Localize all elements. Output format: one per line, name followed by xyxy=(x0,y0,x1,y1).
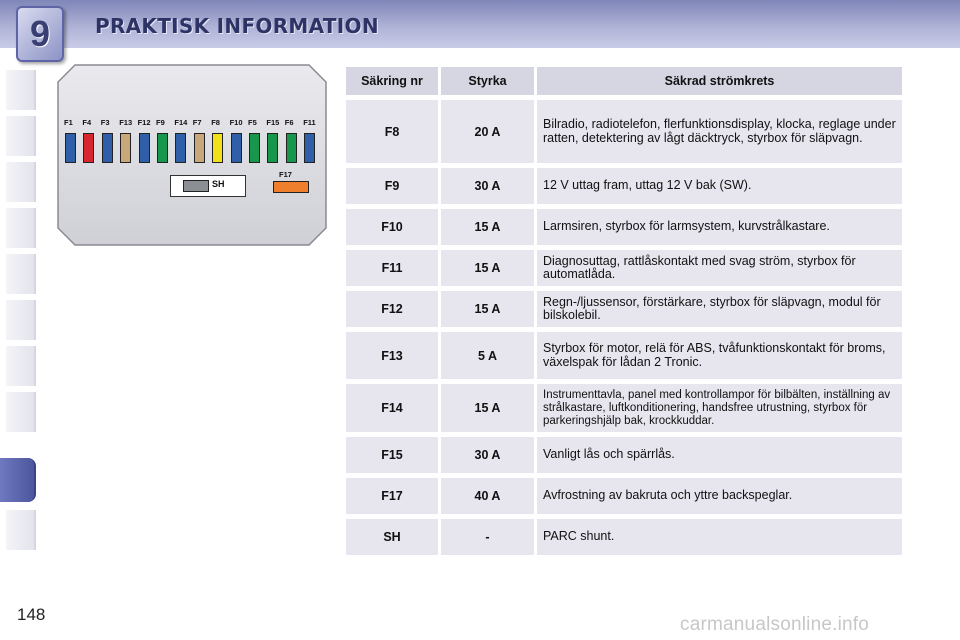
fuse-number: SH xyxy=(346,519,438,555)
watermark: carmanualsonline.info xyxy=(680,614,870,635)
table-row: F15 30 A Vanligt lås och spärrlås. xyxy=(346,437,902,473)
fuse-rating: 40 A xyxy=(441,478,534,514)
fuse-rating: 15 A xyxy=(441,209,534,245)
fuse-label-f10: F10 xyxy=(229,118,243,127)
fuse-number: F10 xyxy=(346,209,438,245)
fuse-number: F14 xyxy=(346,384,438,432)
fuse-number: F15 xyxy=(346,437,438,473)
fuse-rating: 15 A xyxy=(441,384,534,432)
fuse-circuit: Instrumenttavla, panel med kontrollampor… xyxy=(537,384,902,432)
f17-fuse xyxy=(273,181,309,193)
column-header-rating: Styrka xyxy=(441,67,534,95)
table-row: F11 15 A Diagnosuttag, rattlåskontakt me… xyxy=(346,250,902,286)
fuse-f9 xyxy=(157,133,168,163)
fuse-circuit: Vanligt lås och spärrlås. xyxy=(537,437,902,473)
fuse-label-f9: F9 xyxy=(156,118,165,127)
fuse-f5 xyxy=(249,133,260,163)
f17-label: F17 xyxy=(279,170,292,179)
fuse-label-f15: F15 xyxy=(266,118,280,127)
chapter-badge: 9 xyxy=(16,6,64,62)
fuse-label-f12: F12 xyxy=(137,118,151,127)
table-row: F12 15 A Regn-/ljussensor, förstärkare, … xyxy=(346,291,902,327)
page-number: 148 xyxy=(17,605,46,624)
fuse-number: F11 xyxy=(346,250,438,286)
fuse-number: F13 xyxy=(346,332,438,379)
chapter-tab xyxy=(6,254,36,294)
fuse-rating: 15 A xyxy=(441,291,534,327)
fuse-circuit: Styrbox för motor, relä för ABS, tvåfunk… xyxy=(537,332,902,379)
chapter-tab xyxy=(6,208,36,248)
table-row: SH - PARC shunt. xyxy=(346,519,902,555)
chapter-number: 9 xyxy=(29,13,51,54)
table-row: F14 15 A Instrumenttavla, panel med kont… xyxy=(346,384,902,432)
chapter-tab xyxy=(6,162,36,202)
table-row: F8 20 A Bilradio, radiotelefon, flerfunk… xyxy=(346,100,902,163)
chapter-tab xyxy=(6,70,36,110)
table-row: F9 30 A 12 V uttag fram, uttag 12 V bak … xyxy=(346,168,902,204)
fuse-label-f8: F8 xyxy=(211,118,220,127)
table-row: F17 40 A Avfrostning av bakruta och yttr… xyxy=(346,478,902,514)
fuse-rating: 20 A xyxy=(441,100,534,163)
fuse-rating: 30 A xyxy=(441,168,534,204)
fuse-circuit: 12 V uttag fram, uttag 12 V bak (SW). xyxy=(537,168,902,204)
fuse-label-f13: F13 xyxy=(119,118,133,127)
table-row: F13 5 A Styrbox för motor, relä för ABS,… xyxy=(346,332,902,379)
fuse-label-f5: F5 xyxy=(248,118,257,127)
fuse-label-f7: F7 xyxy=(192,118,202,127)
fuse-circuit: Bilradio, radiotelefon, flerfunktionsdis… xyxy=(537,100,902,163)
fuse-rating: - xyxy=(441,519,534,555)
fuse-f12 xyxy=(138,133,150,163)
chapter-tab xyxy=(6,510,36,550)
page-header: PRAKTISK INFORMATION xyxy=(0,0,960,48)
fuse-number: F9 xyxy=(346,168,438,204)
fuse-number: F17 xyxy=(346,478,438,514)
chapter-tabs xyxy=(0,48,40,578)
fuse-f7 xyxy=(193,133,205,163)
fuse-f8 xyxy=(212,133,224,163)
fuse-f3 xyxy=(101,133,113,163)
fuse-f10 xyxy=(230,133,242,163)
chapter-tab xyxy=(6,346,36,386)
chapter-tab-active xyxy=(0,458,36,502)
fuse-rating: 30 A xyxy=(441,437,534,473)
sh-label: SH xyxy=(212,179,225,189)
chapter-tab xyxy=(6,116,36,156)
fuse-f14 xyxy=(175,133,187,163)
column-header-fuse-nr: Säkring nr xyxy=(346,67,438,95)
table-header-row: Säkring nr Styrka Säkrad strömkrets xyxy=(346,67,902,95)
chapter-tab xyxy=(6,392,36,432)
table-row: F10 15 A Larmsiren, styrbox för larmsyst… xyxy=(346,209,902,245)
fuse-f1 xyxy=(65,133,76,163)
fuse-rating: 15 A xyxy=(441,250,534,286)
fuse-label-f1: F1 xyxy=(64,118,73,127)
fuse-label-f11: F11 xyxy=(303,118,316,127)
fuse-circuit: PARC shunt. xyxy=(537,519,902,555)
fuse-f11 xyxy=(304,133,316,163)
fuse-label-f3: F3 xyxy=(100,118,110,127)
fuse-number: F8 xyxy=(346,100,438,163)
fuse-f15 xyxy=(267,133,279,163)
fuse-number: F12 xyxy=(346,291,438,327)
fuse-box-diagram: F1 F4 F3 F13 F12 F9 F14 F7 F8 F10 F5 F15 F6 F11 SH F1… xyxy=(57,64,327,246)
fuse-table: Säkring nr Styrka Säkrad strömkrets F8 2… xyxy=(343,62,905,560)
fuse-f13 xyxy=(120,133,132,163)
fuse-f6 xyxy=(285,133,297,163)
fuse-circuit: Regn-/ljussensor, förstärkare, styrbox f… xyxy=(537,291,902,327)
sh-shunt: SH xyxy=(170,175,246,197)
page-title: PRAKTISK INFORMATION xyxy=(95,14,379,38)
chapter-tab xyxy=(6,300,36,340)
fuse-circuit: Larmsiren, styrbox för larmsystem, kurvs… xyxy=(537,209,902,245)
fuse-circuit: Diagnosuttag, rattlåskontakt med svag st… xyxy=(537,250,902,286)
fuse-label-f14: F14 xyxy=(174,118,188,127)
fuse-label-f4: F4 xyxy=(82,118,92,127)
column-header-circuit: Säkrad strömkrets xyxy=(537,67,902,95)
fuse-label-f6: F6 xyxy=(284,118,294,127)
fuse-circuit: Avfrostning av bakruta och yttre backspe… xyxy=(537,478,902,514)
fuse-rating: 5 A xyxy=(441,332,534,379)
sh-shunt-fuse xyxy=(183,180,209,192)
fuse-f4 xyxy=(83,133,95,163)
